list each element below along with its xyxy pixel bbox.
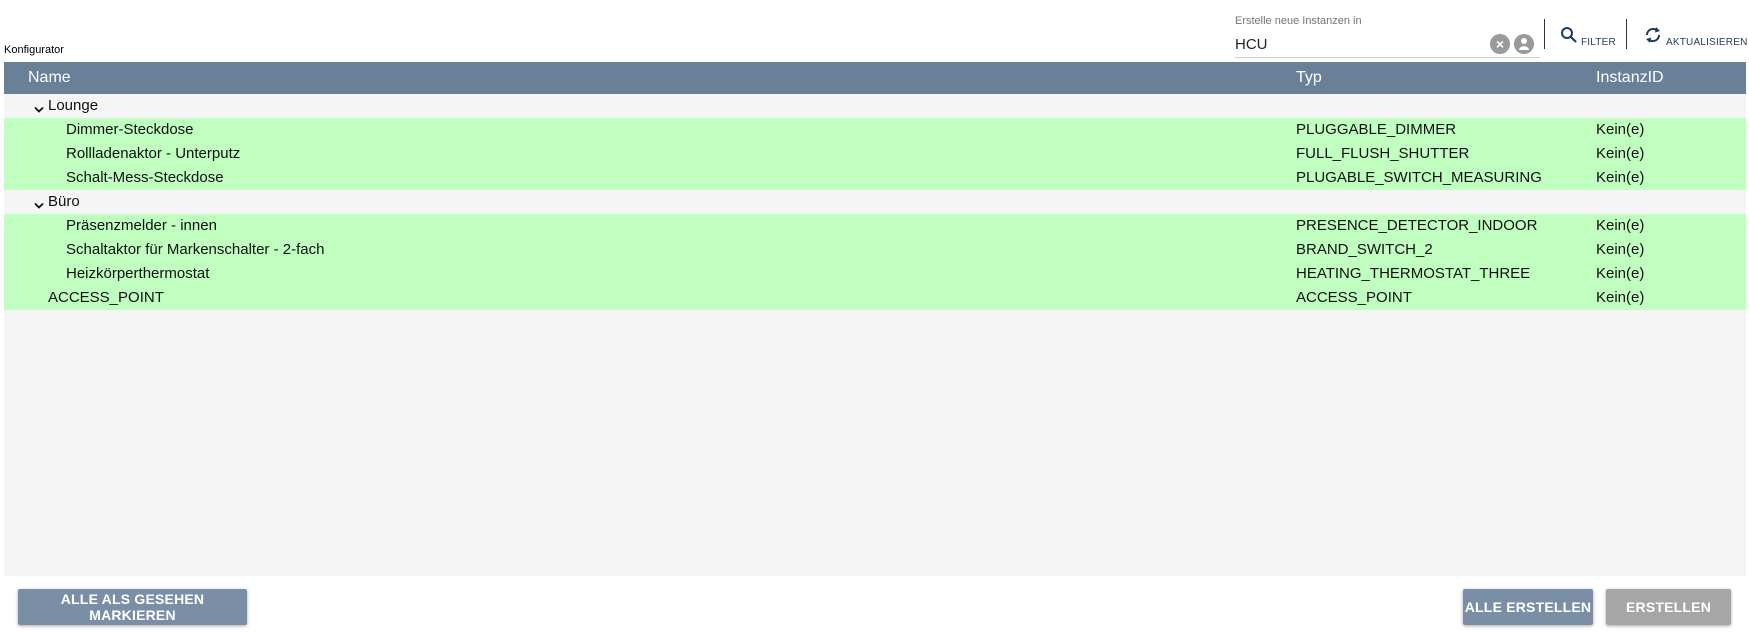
table-row[interactable]: Rollladenaktor - Unterputz FULL_FLUSH_SH…: [4, 142, 1746, 166]
group-name: Lounge: [48, 97, 99, 114]
chevron-down-icon[interactable]: [34, 197, 44, 214]
page-title: Konfigurator: [4, 44, 64, 56]
chevron-down-icon[interactable]: [1514, 34, 1534, 54]
device-instance-id: Kein(e): [1596, 289, 1645, 306]
toolbar-divider: [1626, 19, 1627, 49]
table-header: Name Typ InstanzID: [4, 62, 1746, 94]
device-type: PLUGABLE_SWITCH_MEASURING: [1296, 169, 1542, 186]
mark-all-seen-button[interactable]: ALLE ALS GESEHEN MARKIEREN: [18, 589, 247, 625]
table-row[interactable]: Heizkörperthermostat HEATING_THERMOSTAT_…: [4, 262, 1746, 286]
column-header-id[interactable]: InstanzID: [1596, 69, 1664, 87]
close-circle-icon[interactable]: ×: [1490, 34, 1510, 54]
device-name: Schalt-Mess-Steckdose: [66, 169, 224, 186]
device-name: Schaltaktor für Markenschalter - 2-fach: [66, 241, 325, 258]
group-name: Büro: [48, 193, 80, 210]
toolbar-divider: [1544, 19, 1545, 49]
table-row[interactable]: ACCESS_POINT ACCESS_POINT Kein(e): [4, 286, 1746, 310]
group-row-buero[interactable]: Büro: [4, 190, 1746, 214]
device-type: PLUGGABLE_DIMMER: [1296, 121, 1457, 138]
group-row-lounge[interactable]: Lounge: [4, 94, 1746, 118]
create-button[interactable]: ERSTELLEN: [1606, 589, 1731, 625]
column-header-name[interactable]: Name: [28, 69, 71, 87]
create-all-button[interactable]: ALLE ERSTELLEN: [1463, 589, 1593, 625]
device-name: ACCESS_POINT: [48, 289, 164, 306]
table-row[interactable]: Schaltaktor für Markenschalter - 2-fach …: [4, 238, 1746, 262]
device-name: Heizkörperthermostat: [66, 265, 210, 282]
column-header-type[interactable]: Typ: [1296, 69, 1322, 87]
device-type: FULL_FLUSH_SHUTTER: [1296, 145, 1470, 162]
table-row[interactable]: Dimmer-Steckdose PLUGGABLE_DIMMER Kein(e…: [4, 118, 1746, 142]
chevron-down-icon[interactable]: [34, 101, 44, 118]
device-instance-id: Kein(e): [1596, 217, 1645, 234]
table-row[interactable]: Schalt-Mess-Steckdose PLUGABLE_SWITCH_ME…: [4, 166, 1746, 190]
target-instance-label: Erstelle neue Instanzen in: [1235, 15, 1362, 27]
refresh-button[interactable]: AKTUALISIEREN: [1643, 22, 1748, 52]
filter-label: FILTER: [1581, 36, 1616, 48]
device-instance-id: Kein(e): [1596, 121, 1645, 138]
device-name: Dimmer-Steckdose: [66, 121, 194, 138]
device-type: BRAND_SWITCH_2: [1296, 241, 1433, 258]
device-type: ACCESS_POINT: [1296, 289, 1412, 306]
device-instance-id: Kein(e): [1596, 265, 1645, 282]
target-instance-input[interactable]: [1235, 34, 1485, 54]
configurator-app: Konfigurator Erstelle neue Instanzen in …: [0, 0, 1749, 632]
device-type: PRESENCE_DETECTOR_INDOOR: [1296, 217, 1538, 234]
device-instance-id: Kein(e): [1596, 169, 1645, 186]
device-name: Rollladenaktor - Unterputz: [66, 145, 241, 162]
device-instance-id: Kein(e): [1596, 145, 1645, 162]
device-type: HEATING_THERMOSTAT_THREE: [1296, 265, 1531, 282]
filter-button[interactable]: FILTER: [1560, 22, 1616, 52]
search-icon: [1560, 26, 1578, 49]
refresh-label: AKTUALISIEREN: [1666, 36, 1748, 48]
device-table: Name Typ InstanzID Lounge Dimmer-Steckdo…: [4, 62, 1746, 576]
refresh-icon: [1643, 25, 1663, 50]
device-name: Präsenzmelder - innen: [66, 217, 217, 234]
device-instance-id: Kein(e): [1596, 241, 1645, 258]
table-row[interactable]: Präsenzmelder - innen PRESENCE_DETECTOR_…: [4, 214, 1746, 238]
